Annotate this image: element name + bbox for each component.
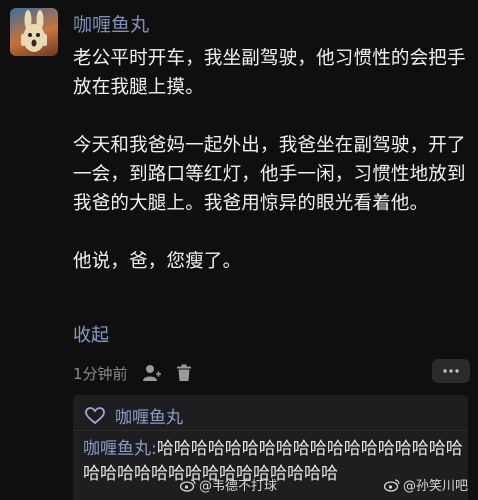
collapse-link[interactable]: 收起 [73, 321, 109, 347]
user-icon[interactable] [142, 364, 162, 382]
watermark-left: @韦德不打球 [180, 475, 277, 494]
post-meta: 1分钟前 [73, 361, 192, 385]
post-paragraph: 他说，爸，您瘦了。 [73, 251, 242, 272]
watermark-right-text: @孙笑川吧 [402, 479, 468, 494]
avatar[interactable] [10, 8, 58, 56]
post-body: 老公平时开车，我坐副驾驶，他习惯性的会把手放在我腿上摸。 今天和我爸妈一起外出，… [73, 44, 469, 276]
liker-name[interactable]: 咖喱鱼丸 [115, 403, 183, 428]
post-timestamp: 1分钟前 [73, 364, 128, 383]
watermark-right: @孙笑川吧 [383, 475, 468, 494]
divider [73, 430, 468, 431]
reply-author[interactable]: 咖喱鱼丸: [83, 439, 157, 459]
avatar-illustration [21, 10, 47, 52]
post-author-name[interactable]: 咖喱鱼丸 [73, 10, 149, 37]
more-dots-icon [443, 369, 459, 373]
weibo-logo-icon [383, 478, 400, 492]
watermark-left-text: @韦德不打球 [199, 479, 278, 494]
trash-icon[interactable] [176, 364, 192, 382]
like-row: 咖喱鱼丸 [85, 403, 183, 428]
weibo-logo-icon [180, 478, 196, 492]
heart-icon[interactable] [85, 406, 105, 425]
post-paragraph: 今天和我爸妈一起外出，我爸坐在副驾驶，开了一会，到路口等红灯，他手一闲，习惯性地… [73, 135, 466, 214]
more-options-button[interactable] [432, 359, 470, 383]
post-paragraph: 老公平时开车，我坐副驾驶，他习惯性的会把手放在我腿上摸。 [73, 48, 466, 98]
